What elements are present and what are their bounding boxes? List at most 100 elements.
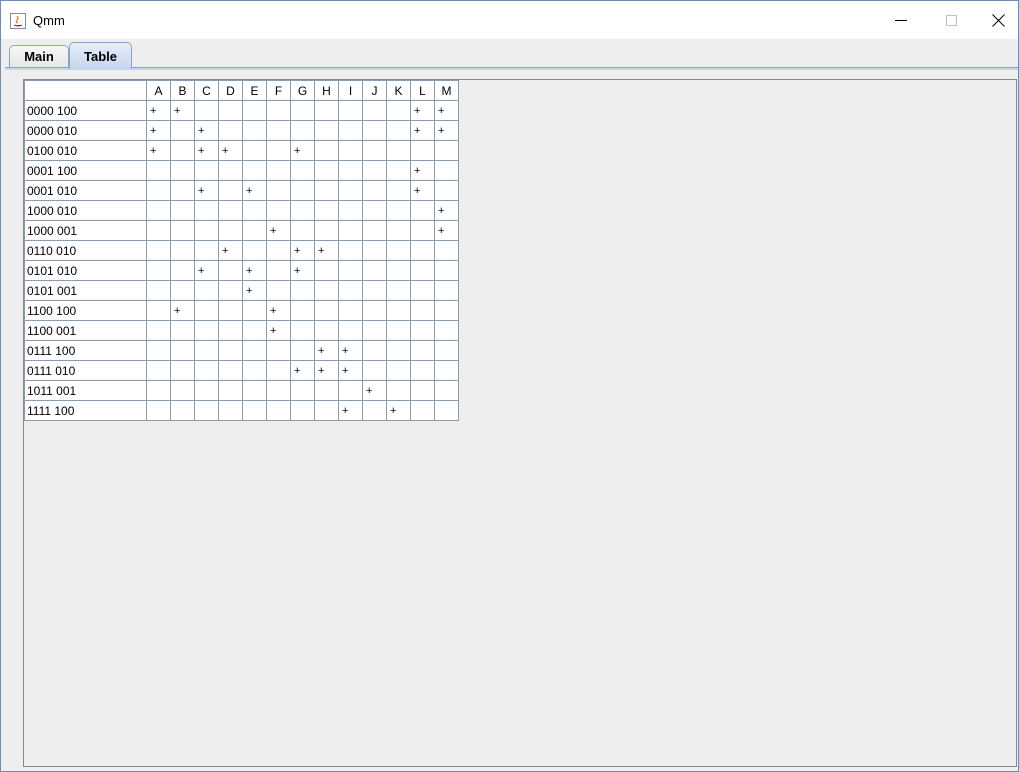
table-cell[interactable] <box>266 200 291 221</box>
table-cell[interactable] <box>362 220 387 241</box>
table-cell[interactable] <box>410 340 435 361</box>
table-cell[interactable] <box>290 280 315 301</box>
table-cell[interactable] <box>386 260 411 281</box>
column-header-l[interactable]: L <box>410 80 435 101</box>
column-header-m[interactable]: M <box>434 80 459 101</box>
table-cell[interactable] <box>410 240 435 261</box>
table-cell[interactable] <box>386 360 411 381</box>
table-cell[interactable] <box>362 300 387 321</box>
tab-main[interactable]: Main <box>9 45 69 67</box>
table-cell[interactable] <box>386 140 411 161</box>
table-row[interactable]: 1011 001 + <box>24 380 459 401</box>
table-cell[interactable] <box>362 120 387 141</box>
table-cell[interactable] <box>218 100 243 121</box>
table-row[interactable]: 1111 100 + + <box>24 400 459 421</box>
table-cell[interactable] <box>338 280 363 301</box>
table-cell[interactable] <box>410 280 435 301</box>
table-cell[interactable] <box>290 300 315 321</box>
table-cell[interactable]: + <box>266 320 291 341</box>
table-cell[interactable] <box>194 400 219 421</box>
table-cell[interactable] <box>266 160 291 181</box>
table-cell[interactable] <box>146 180 171 201</box>
table-cell[interactable] <box>218 160 243 181</box>
column-header-f[interactable]: F <box>266 80 291 101</box>
table-cell[interactable]: + <box>314 240 339 261</box>
table-cell[interactable]: + <box>194 140 219 161</box>
column-header-c[interactable]: C <box>194 80 219 101</box>
table-cell[interactable] <box>290 400 315 421</box>
table-cell[interactable] <box>314 120 339 141</box>
table-cell[interactable]: + <box>410 100 435 121</box>
table-cell[interactable] <box>434 160 459 181</box>
table-cell[interactable] <box>338 240 363 261</box>
table-cell[interactable] <box>386 280 411 301</box>
table-cell[interactable] <box>242 360 267 381</box>
column-header-h[interactable]: H <box>314 80 339 101</box>
table-cell[interactable] <box>146 300 171 321</box>
table-cell[interactable] <box>410 200 435 221</box>
table-cell[interactable] <box>290 380 315 401</box>
table-cell[interactable]: + <box>410 180 435 201</box>
table-cell[interactable] <box>290 220 315 241</box>
table-cell[interactable] <box>434 320 459 341</box>
table-cell[interactable] <box>170 140 195 161</box>
table-cell[interactable]: + <box>146 140 171 161</box>
table-cell[interactable] <box>386 160 411 181</box>
table-cell[interactable] <box>170 120 195 141</box>
table-cell[interactable] <box>410 400 435 421</box>
table-cell[interactable] <box>386 300 411 321</box>
table-cell[interactable] <box>266 280 291 301</box>
row-label-cell[interactable]: 1000 010 <box>24 200 147 221</box>
table-cell[interactable] <box>314 380 339 401</box>
table-cell[interactable]: + <box>314 360 339 381</box>
table-cell[interactable] <box>362 260 387 281</box>
table-cell[interactable] <box>170 160 195 181</box>
table-cell[interactable] <box>146 260 171 281</box>
table-cell[interactable] <box>338 300 363 321</box>
table-cell[interactable] <box>218 300 243 321</box>
table-cell[interactable] <box>290 120 315 141</box>
table-cell[interactable] <box>362 280 387 301</box>
table-cell[interactable] <box>290 320 315 341</box>
table-cell[interactable] <box>170 260 195 281</box>
table-cell[interactable] <box>218 220 243 241</box>
table-cell[interactable] <box>146 200 171 221</box>
table-panel[interactable]: ABCDEFGHIJKLM 0000 100 + + + +0000 010 + + + +01… <box>23 79 1017 767</box>
table-cell[interactable]: + <box>434 200 459 221</box>
table-cell[interactable] <box>314 320 339 341</box>
table-cell[interactable] <box>434 300 459 321</box>
table-cell[interactable] <box>194 360 219 381</box>
table-cell[interactable] <box>266 140 291 161</box>
row-label-cell[interactable]: 1000 001 <box>24 220 147 241</box>
table-row[interactable]: 0001 010 + + + <box>24 180 459 201</box>
table-cell[interactable] <box>146 240 171 261</box>
close-button[interactable] <box>975 1 1019 39</box>
table-cell[interactable]: + <box>146 100 171 121</box>
row-label-cell[interactable]: 1111 100 <box>24 400 147 421</box>
table-cell[interactable] <box>146 400 171 421</box>
table-cell[interactable] <box>338 200 363 221</box>
row-label-cell[interactable]: 0101 001 <box>24 280 147 301</box>
table-row[interactable]: 0111 010 + + + <box>24 360 459 381</box>
table-row[interactable]: 0111 100 + + <box>24 340 459 361</box>
table-row[interactable]: 1100 100 + + <box>24 300 459 321</box>
table-cell[interactable] <box>338 380 363 401</box>
table-row[interactable]: 0000 100 + + + + <box>24 100 459 121</box>
table-cell[interactable] <box>362 160 387 181</box>
table-cell[interactable] <box>314 140 339 161</box>
table-cell[interactable] <box>194 160 219 181</box>
tab-table[interactable]: Table <box>69 42 132 69</box>
table-cell[interactable]: + <box>194 260 219 281</box>
table-cell[interactable] <box>266 260 291 281</box>
column-header-d[interactable]: D <box>218 80 243 101</box>
row-label-cell[interactable]: 0111 100 <box>24 340 147 361</box>
table-cell[interactable] <box>266 380 291 401</box>
table-cell[interactable] <box>170 200 195 221</box>
table-cell[interactable] <box>314 100 339 121</box>
maximize-button[interactable] <box>928 1 974 39</box>
row-label-cell[interactable]: 0101 010 <box>24 260 147 281</box>
row-label-cell[interactable]: 1100 001 <box>24 320 147 341</box>
table-cell[interactable] <box>242 220 267 241</box>
table-cell[interactable] <box>386 200 411 221</box>
table-cell[interactable] <box>170 240 195 261</box>
